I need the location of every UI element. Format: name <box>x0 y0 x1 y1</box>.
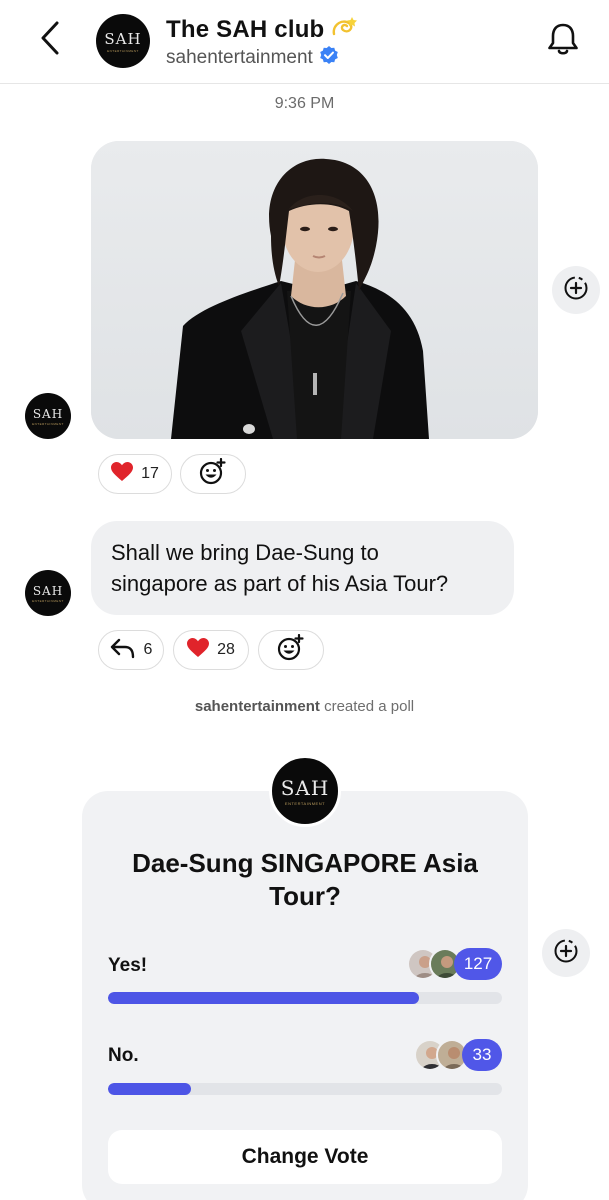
add-circle-dashed-icon <box>553 938 579 969</box>
text-message[interactable]: Shall we bring Dae-Sung to singapore as … <box>91 521 514 615</box>
add-to-thread-button[interactable] <box>542 929 590 977</box>
vote-count-badge[interactable]: 127 <box>454 948 502 980</box>
poll-result-fill <box>108 992 420 1004</box>
system-action: created a poll <box>319 698 415 715</box>
logo-mark: SAH <box>104 29 142 48</box>
logo-tagline: ENTERTAINMENT <box>284 801 326 806</box>
message-line-1: Shall we bring Dae-Sung to <box>111 540 379 565</box>
voter-avatars[interactable] <box>414 1039 468 1071</box>
subtitle-row: sahentertainment <box>166 45 339 70</box>
system-message: sahentertainment created a poll <box>0 698 609 715</box>
add-circle-dashed-icon <box>563 275 589 306</box>
channel-title[interactable]: The SAH club <box>166 16 324 44</box>
add-to-thread-button[interactable] <box>552 266 600 314</box>
heart-reaction[interactable]: 17 <box>98 454 172 494</box>
notifications-button[interactable] <box>542 20 584 62</box>
poll-avatar: SAH ENTERTAINMENT <box>269 755 341 827</box>
poll-result-bar <box>108 1083 502 1095</box>
title-row: The SAH club <box>166 14 360 45</box>
sender-avatar[interactable]: SAH ENTERTAINMENT <box>25 393 71 439</box>
bell-icon <box>546 21 580 62</box>
heart-reaction[interactable]: 28 <box>173 630 249 670</box>
poll-option-label[interactable]: Yes! <box>108 955 147 977</box>
logo-mark: SAH <box>32 583 64 598</box>
chat-header: SAH ENTERTAINMENT The SAH club sahentert… <box>0 0 609 84</box>
system-user[interactable]: sahentertainment <box>195 698 320 715</box>
heart-count: 17 <box>141 465 159 482</box>
add-reaction-button[interactable] <box>258 630 324 670</box>
poll-question: Dae-Sung SINGAPORE Asia Tour? <box>82 847 528 913</box>
dizzy-icon <box>330 14 360 45</box>
channel-avatar[interactable]: SAH ENTERTAINMENT <box>96 14 150 68</box>
logo-tagline: ENTERTAINMENT <box>32 421 64 426</box>
logo-tagline: ENTERTAINMENT <box>107 48 139 53</box>
logo-mark: SAH <box>32 406 64 421</box>
logo-tagline: ENTERTAINMENT <box>32 598 64 603</box>
back-button[interactable] <box>30 20 70 60</box>
voter-avatars[interactable] <box>407 948 461 980</box>
add-reaction-icon <box>199 457 227 491</box>
poll-result-fill <box>108 1083 191 1095</box>
message-timestamp: 9:36 PM <box>274 95 335 112</box>
poll-result-bar <box>108 992 502 1004</box>
add-reaction-icon <box>277 633 305 667</box>
heart-count: 28 <box>217 641 235 658</box>
poll-question-line-1: Dae-Sung SINGAPORE Asia <box>132 848 478 878</box>
logo-mark: SAH <box>280 776 330 800</box>
poll-option-label[interactable]: No. <box>108 1045 139 1067</box>
reply-count: 6 <box>143 641 153 658</box>
reply-icon <box>110 637 136 664</box>
channel-handle: sahentertainment <box>166 46 313 68</box>
vote-count-badge[interactable]: 33 <box>462 1039 502 1071</box>
chevron-left-icon <box>38 20 62 61</box>
message-line-2: singapore as part of his Asia Tour? <box>111 571 449 596</box>
verified-badge-icon <box>319 45 339 70</box>
heart-icon <box>111 461 134 487</box>
photo-message[interactable] <box>91 141 538 439</box>
sender-avatar[interactable]: SAH ENTERTAINMENT <box>25 570 71 616</box>
change-vote-button[interactable]: Change Vote <box>108 1130 502 1184</box>
reply-count-button[interactable]: 6 <box>98 630 164 670</box>
photo-image <box>91 141 538 439</box>
poll-question-line-2: Tour? <box>269 881 341 911</box>
add-reaction-button[interactable] <box>180 454 246 494</box>
heart-icon <box>187 637 210 663</box>
